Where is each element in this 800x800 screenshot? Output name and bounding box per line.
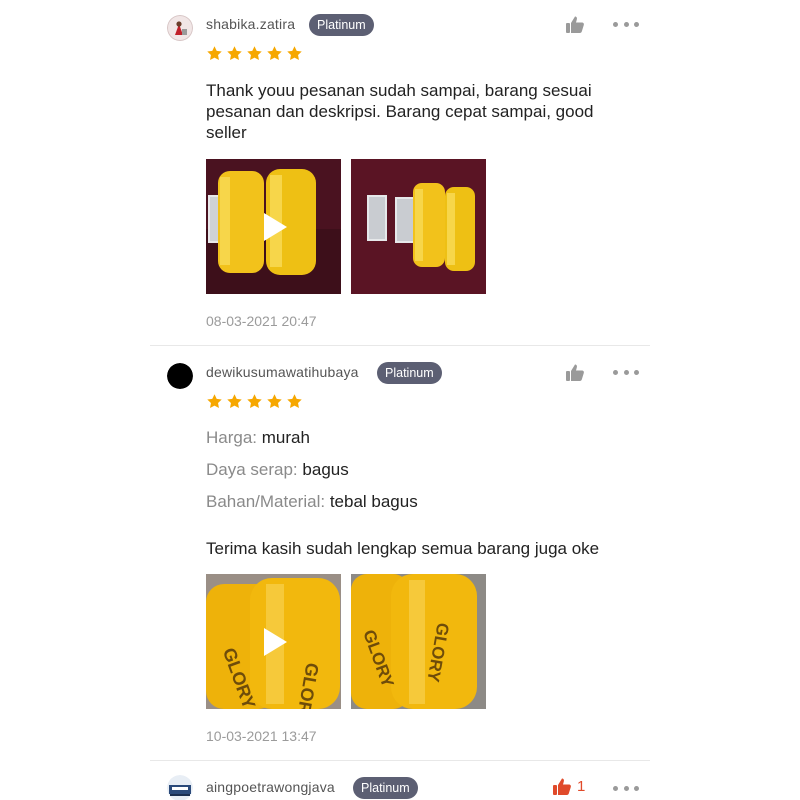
attribute-label: Harga: xyxy=(206,428,258,447)
star-icon xyxy=(207,394,222,409)
star-rating xyxy=(206,393,303,410)
attribute-value: murah xyxy=(261,428,310,447)
review-date: 10-03-2021 13:47 xyxy=(206,728,317,744)
review-attribute-price: Harga: murah xyxy=(206,428,310,448)
review-video-thumbnail[interactable] xyxy=(206,159,341,294)
attribute-label: Daya serap: xyxy=(206,460,298,479)
review-photo-thumbnail[interactable]: GLORY GLORY xyxy=(351,574,486,709)
star-icon xyxy=(267,46,282,61)
review-text: Thank youu pesanan sudah sampai, barang … xyxy=(206,81,594,142)
review-video-thumbnail[interactable]: GLORY GLORY xyxy=(206,574,341,709)
star-icon xyxy=(227,394,242,409)
star-icon xyxy=(287,46,302,61)
thumbs-up-icon[interactable] xyxy=(565,15,587,35)
platinum-badge: Platinum xyxy=(377,362,442,384)
platinum-badge: Platinum xyxy=(309,14,374,36)
attribute-value: tebal bagus xyxy=(329,492,418,511)
star-icon xyxy=(227,46,242,61)
more-options-icon[interactable] xyxy=(613,368,639,376)
thumbs-up-icon[interactable] xyxy=(552,777,574,797)
like-count: 1 xyxy=(577,778,586,795)
review-text: Terima kasih sudah lengkap semua barang … xyxy=(206,539,600,558)
reviewer-username[interactable]: aingpoetrawongjava xyxy=(206,779,335,795)
star-icon xyxy=(267,394,282,409)
star-icon xyxy=(247,46,262,61)
star-rating xyxy=(206,45,303,62)
avatar[interactable] xyxy=(167,363,193,389)
review-card-2: dewikusumawatihubaya Platinum Harga: mur… xyxy=(150,346,650,760)
review-attribute-material: Bahan/Material: tebal bagus xyxy=(206,492,418,512)
more-options-icon[interactable] xyxy=(613,20,639,28)
review-date: 08-03-2021 20:47 xyxy=(206,313,317,329)
review-card-3: aingpoetrawongjava Platinum 1 xyxy=(150,761,650,800)
play-icon xyxy=(264,628,287,656)
star-icon xyxy=(287,394,302,409)
platinum-badge: Platinum xyxy=(353,777,418,799)
review-attribute-absorbency: Daya serap: bagus xyxy=(206,460,349,480)
review-card-1: shabika.zatira Platinum Thank youu pesan… xyxy=(150,0,650,345)
avatar[interactable] xyxy=(167,775,193,800)
attribute-label: Bahan/Material: xyxy=(206,492,326,511)
reviewer-username[interactable]: dewikusumawatihubaya xyxy=(206,364,359,380)
review-photo-thumbnail[interactable] xyxy=(351,159,486,294)
play-icon xyxy=(264,213,287,241)
more-options-icon[interactable] xyxy=(613,784,639,792)
attribute-value: bagus xyxy=(302,460,349,479)
avatar[interactable] xyxy=(167,15,193,41)
thumbs-up-icon[interactable] xyxy=(565,363,587,383)
star-icon xyxy=(247,394,262,409)
reviewer-username[interactable]: shabika.zatira xyxy=(206,16,295,32)
star-icon xyxy=(207,46,222,61)
